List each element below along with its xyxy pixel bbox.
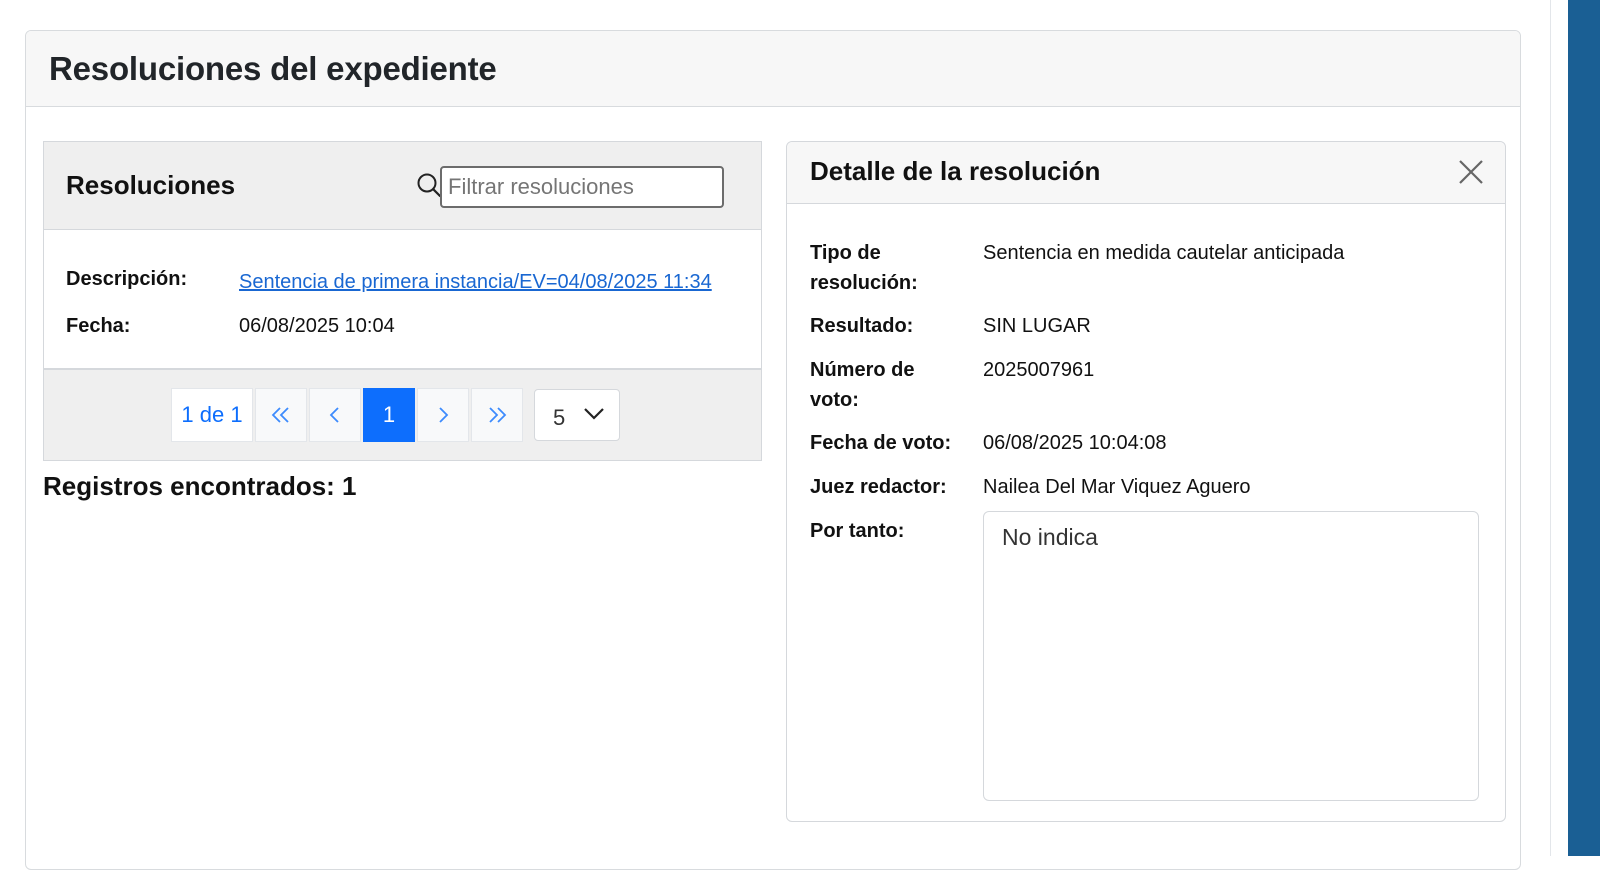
juez-redactor-value: Nailea Del Mar Viquez Aguero (983, 476, 1251, 498)
numero-voto-label: Número de voto: (810, 359, 915, 411)
resoluciones-list-panel: Resoluciones Descripción: Sentencia de p… (43, 141, 762, 461)
por-tanto-textarea[interactable]: No indica (983, 511, 1479, 801)
chevron-down-icon (584, 408, 604, 420)
por-tanto-label: Por tanto: (810, 520, 905, 542)
right-sidebar-strip (1568, 0, 1600, 856)
prev-page-button[interactable] (309, 388, 361, 442)
page-count: 1 de 1 (171, 388, 253, 442)
tipo-resolucion-value: Sentencia en medida cautelar anticipada (983, 242, 1345, 264)
fecha-label: Fecha: (66, 315, 131, 337)
detalle-resolucion-panel: Detalle de la resolución Tipo de resoluc… (786, 141, 1506, 822)
search-icon (417, 173, 442, 198)
fecha-voto-value: 06/08/2025 10:04:08 (983, 432, 1167, 454)
list-title: Resoluciones (66, 170, 236, 200)
descripcion-label: Descripción: (66, 268, 188, 290)
fecha-value: 06/08/2025 10:04 (239, 315, 395, 337)
double-chevron-right-icon (489, 407, 507, 423)
page-1-button[interactable]: 1 (363, 388, 415, 442)
chevron-right-icon (439, 407, 449, 423)
detail-title: Detalle de la resolución (810, 156, 1101, 186)
chevron-left-icon (329, 407, 339, 423)
page-size-select[interactable]: 5 (534, 389, 620, 441)
list-item: Descripción: Sentencia de primera instan… (44, 230, 761, 370)
page-title: Resoluciones del expediente (49, 49, 497, 87)
filter-resoluciones-input[interactable] (440, 166, 724, 208)
page-size-value: 5 (553, 405, 566, 430)
double-chevron-left-icon (271, 407, 289, 423)
first-page-button[interactable] (255, 388, 307, 442)
card-header: Resoluciones del expediente (26, 31, 1520, 107)
detail-header: Detalle de la resolución (787, 142, 1505, 204)
last-page-button[interactable] (471, 388, 523, 442)
fecha-voto-label: Fecha de voto: (810, 432, 952, 454)
close-icon[interactable] (1457, 158, 1485, 186)
records-found-count: Registros encontrados: 1 (43, 471, 357, 501)
page-divider (1550, 0, 1551, 856)
resultado-label: Resultado: (810, 315, 914, 337)
pagination: 1 de 1 1 (171, 388, 525, 442)
list-header: Resoluciones (44, 142, 761, 230)
descripcion-link[interactable]: Sentencia de primera instancia/EV=04/08/… (239, 271, 712, 294)
resultado-value: SIN LUGAR (983, 315, 1091, 337)
tipo-resolucion-label: Tipo de resolución: (810, 242, 918, 294)
pagination-bar: 1 de 1 1 5 (44, 370, 761, 460)
resoluciones-card: Resoluciones del expediente Resoluciones… (25, 30, 1521, 870)
numero-voto-value: 2025007961 (983, 359, 1095, 381)
next-page-button[interactable] (417, 388, 469, 442)
juez-redactor-label: Juez redactor: (810, 476, 947, 498)
